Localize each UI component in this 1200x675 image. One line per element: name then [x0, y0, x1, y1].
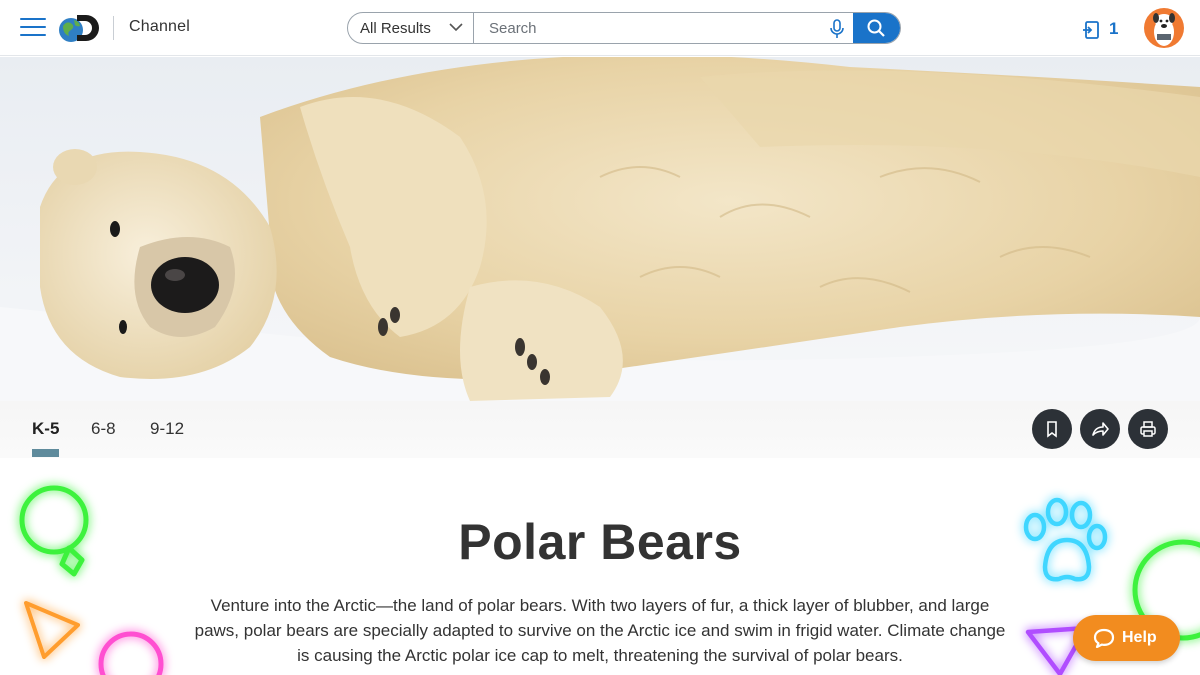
microphone-icon[interactable]: [828, 19, 846, 39]
print-button[interactable]: [1128, 409, 1168, 449]
share-button[interactable]: [1080, 409, 1120, 449]
search-scope-label: All Results: [360, 20, 431, 37]
menu-icon[interactable]: [20, 18, 46, 38]
assignments-count: 1: [1109, 19, 1119, 38]
grade-level-bar: K-5 6-8 9-12: [0, 401, 1200, 458]
help-button[interactable]: Help: [1073, 615, 1180, 661]
tab-6-8[interactable]: 6-8: [91, 419, 116, 439]
bookmark-button[interactable]: [1032, 409, 1072, 449]
neon-triangle-orange-icon: [24, 601, 80, 659]
assignment-icon: [1083, 21, 1099, 39]
polar-bear-illustration: [0, 57, 1200, 401]
user-avatar[interactable]: [1144, 8, 1184, 48]
print-icon: [1140, 421, 1156, 437]
channel-label[interactable]: Channel: [129, 18, 190, 36]
chat-bubble-icon: [1093, 628, 1115, 648]
logo-divider: [113, 16, 114, 40]
help-label: Help: [1122, 629, 1157, 646]
bookmark-icon: [1047, 421, 1057, 438]
assignments-button[interactable]: 1: [1082, 18, 1122, 40]
discovery-logo[interactable]: [57, 12, 105, 44]
search-bar: All Results: [347, 12, 901, 44]
dog-avatar-icon: [1153, 13, 1175, 46]
page-title: Polar Bears: [458, 514, 742, 570]
hero-image: [0, 57, 1200, 401]
search-scope-dropdown[interactable]: All Results: [348, 13, 474, 43]
top-navigation-bar: Channel All Results 1: [0, 0, 1200, 56]
active-tab-indicator: [32, 449, 59, 457]
page-description: Venture into the Arctic—the land of pola…: [194, 596, 1006, 665]
search-button[interactable]: [853, 13, 900, 43]
tab-k-5[interactable]: K-5: [32, 419, 59, 439]
tab-9-12[interactable]: 9-12: [150, 419, 184, 439]
chevron-down-icon: [449, 23, 463, 32]
neon-circle-pink-icon: [98, 631, 164, 675]
search-icon: [867, 19, 885, 37]
search-input[interactable]: [475, 13, 825, 43]
share-icon: [1092, 422, 1109, 436]
